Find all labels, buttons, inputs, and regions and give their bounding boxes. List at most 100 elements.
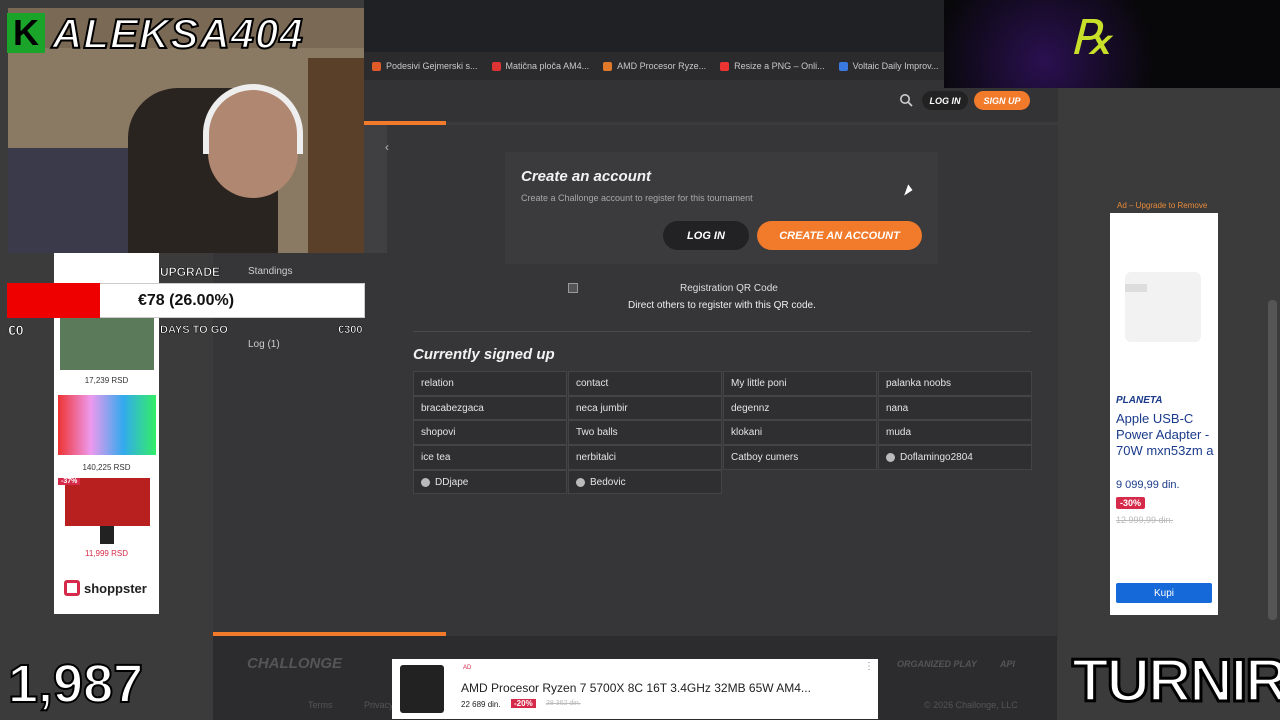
participant-cell[interactable]: nerbitalci xyxy=(568,445,722,470)
participant-cell[interactable]: neca jumbir xyxy=(568,395,722,421)
participant-cell[interactable]: Two balls xyxy=(568,420,722,446)
signature-logo: ℞ xyxy=(1070,10,1114,66)
create-account-title: Create an account xyxy=(521,168,652,185)
ad-left-monitor-stand xyxy=(100,526,114,544)
ad-upgrade-label[interactable]: Ad – Upgrade to Remove xyxy=(1117,201,1207,210)
participant-cell[interactable]: palanka noobs xyxy=(878,371,1032,396)
ad-old-price: 12 999,99 din. xyxy=(1116,515,1174,525)
bookmark-item[interactable]: Resize a PNG – Onli... xyxy=(720,61,825,71)
ad-bottom-product-image xyxy=(400,665,444,713)
bookmark-favicon-icon xyxy=(491,61,501,71)
footer-logo[interactable]: CHALLONGE xyxy=(247,655,342,672)
nav-standings-link[interactable]: Standings xyxy=(248,266,292,277)
footer-organized-play-link[interactable]: ORGANIZED PLAY xyxy=(897,659,977,669)
participant-name: My little poni xyxy=(731,377,787,389)
ad-product-image xyxy=(1125,272,1201,342)
footer-privacy-link[interactable]: Privacy xyxy=(364,700,394,710)
ad-price: 9 099,99 din. xyxy=(1116,479,1180,491)
shoppster-logo-icon xyxy=(64,580,80,596)
signed-up-heading: Currently signed up xyxy=(413,346,555,363)
participant-cell[interactable]: Catboy cumers xyxy=(723,445,877,470)
bookmarks-bar: Podesivi Gejmerski s... Matična ploča AM4… xyxy=(364,52,944,80)
ad-discount-badge: -30% xyxy=(1116,497,1146,509)
participant-name: Doflamingo2804 xyxy=(900,451,973,463)
bookmark-favicon-icon xyxy=(372,61,381,71)
participant-name: DDjape xyxy=(435,476,469,488)
ad-bottom-title[interactable]: AMD Procesor Ryzen 7 5700X 8C 16T 3.4GHz… xyxy=(461,681,811,695)
bookmark-label: Matična ploča AM4... xyxy=(505,61,590,71)
bookmark-item[interactable]: Matična ploča AM4... xyxy=(491,61,590,71)
participant-cell[interactable]: Bedovic xyxy=(568,469,722,495)
participant-cell[interactable]: degennz xyxy=(723,395,877,421)
participant-name: palanka noobs xyxy=(886,377,952,389)
ad-bottom-discount: -20% xyxy=(511,699,536,708)
user-avatar-icon xyxy=(421,477,430,487)
nav-log-link[interactable]: Log (1) xyxy=(248,339,280,350)
page-scrollbar[interactable] xyxy=(1268,300,1277,620)
participant-name: ice tea xyxy=(421,451,451,463)
participant-cell[interactable]: contact xyxy=(568,371,722,396)
participant-cell[interactable]: nana xyxy=(878,395,1032,421)
ad-left-brand[interactable]: shoppster xyxy=(64,580,147,596)
qr-code-caption: Direct others to register with this QR c… xyxy=(628,300,816,311)
bookmark-item[interactable]: Podesivi Gejmerski s... xyxy=(372,61,478,71)
ad-product-plug xyxy=(1125,284,1147,292)
footer-copyright: © 2026 Challonge, LLC xyxy=(924,700,1018,710)
qr-code-alt-text: Registration QR Code xyxy=(680,283,778,294)
footer-terms-link[interactable]: Terms xyxy=(308,700,333,710)
participant-cell[interactable]: shopovi xyxy=(413,420,567,446)
participant-name: Catboy cumers xyxy=(731,451,799,463)
participant-cell[interactable]: relation xyxy=(413,371,567,396)
participant-cell[interactable]: DDjape xyxy=(413,469,567,495)
stream-banner: TURNIR! xyxy=(1071,646,1280,716)
header-login-button[interactable]: LOG IN xyxy=(922,91,968,110)
more-icon[interactable]: ⋮ xyxy=(864,661,874,672)
bookmark-label: Voltaic Daily Improv... xyxy=(852,61,939,71)
ad-left-product-monitor[interactable] xyxy=(65,478,150,526)
search-icon[interactable] xyxy=(899,93,913,107)
goal-label: UPGRADE xyxy=(160,265,221,280)
participant-cell[interactable]: My little poni xyxy=(723,371,877,396)
participant-cell[interactable]: muda xyxy=(878,420,1032,446)
ad-left-product-greenhouse[interactable] xyxy=(60,318,154,370)
participant-cell[interactable]: ice tea xyxy=(413,445,567,470)
bookmark-favicon-icon xyxy=(720,61,730,71)
ad-left-brand-label: shoppster xyxy=(84,580,147,596)
footer-api-link[interactable]: API xyxy=(1000,659,1015,669)
participant-name: shopovi xyxy=(421,427,456,439)
participant-name: neca jumbir xyxy=(576,402,628,414)
participant-name: muda xyxy=(886,427,912,439)
bookmark-label: Resize a PNG – Onli... xyxy=(734,61,825,71)
section-divider xyxy=(413,331,1031,332)
ad-left-product-ram[interactable] xyxy=(58,395,156,455)
viewer-count: 1,987 xyxy=(7,653,144,715)
participant-cell[interactable]: klokani xyxy=(723,420,877,446)
ad-left-price-1: 17,239 RSD xyxy=(84,376,129,385)
participant-name: nerbitalci xyxy=(576,451,617,463)
ad-left-discount-3: -37% xyxy=(58,478,81,485)
streamer-name: ALEKSA404 xyxy=(51,9,304,58)
login-button[interactable]: LOG IN xyxy=(663,221,749,250)
participant-name: degennz xyxy=(731,402,770,414)
webcam-shelf xyxy=(308,58,364,253)
bookmark-favicon-icon xyxy=(603,61,613,71)
create-account-button[interactable]: CREATE AN ACCOUNT xyxy=(757,221,922,250)
participants-grid: relation contact My little poni palanka noo… xyxy=(413,371,1032,495)
webcam-couch xyxy=(8,148,138,253)
ad-product-name[interactable]: Apple USB-C Power Adapter - 70W mxn53zm … xyxy=(1116,411,1216,459)
ad-bottom-old-price: 28 362 din. xyxy=(546,700,581,707)
ad-buy-button[interactable]: Kupi xyxy=(1116,583,1212,603)
bookmark-item[interactable]: Voltaic Daily Improv... xyxy=(838,61,939,71)
participant-name: nana xyxy=(886,402,909,414)
goal-amount: €78 (26.00%) xyxy=(137,291,235,309)
bookmark-favicon-icon xyxy=(838,61,848,71)
header-signup-button[interactable]: SIGN UP xyxy=(974,91,1030,110)
bookmark-item[interactable]: AMD Procesor Ryze... xyxy=(603,61,706,71)
participant-cell[interactable]: Doflamingo2804 xyxy=(878,445,1032,470)
goal-min: €0 xyxy=(8,322,24,339)
participant-name: contact xyxy=(576,377,609,389)
participant-cell[interactable]: bracabezgaca xyxy=(413,395,567,421)
chevron-left-icon[interactable]: ‹ xyxy=(380,140,394,154)
goal-max: €300 xyxy=(338,324,363,337)
create-account-subtitle: Create a Challonge account to register f… xyxy=(521,193,753,203)
